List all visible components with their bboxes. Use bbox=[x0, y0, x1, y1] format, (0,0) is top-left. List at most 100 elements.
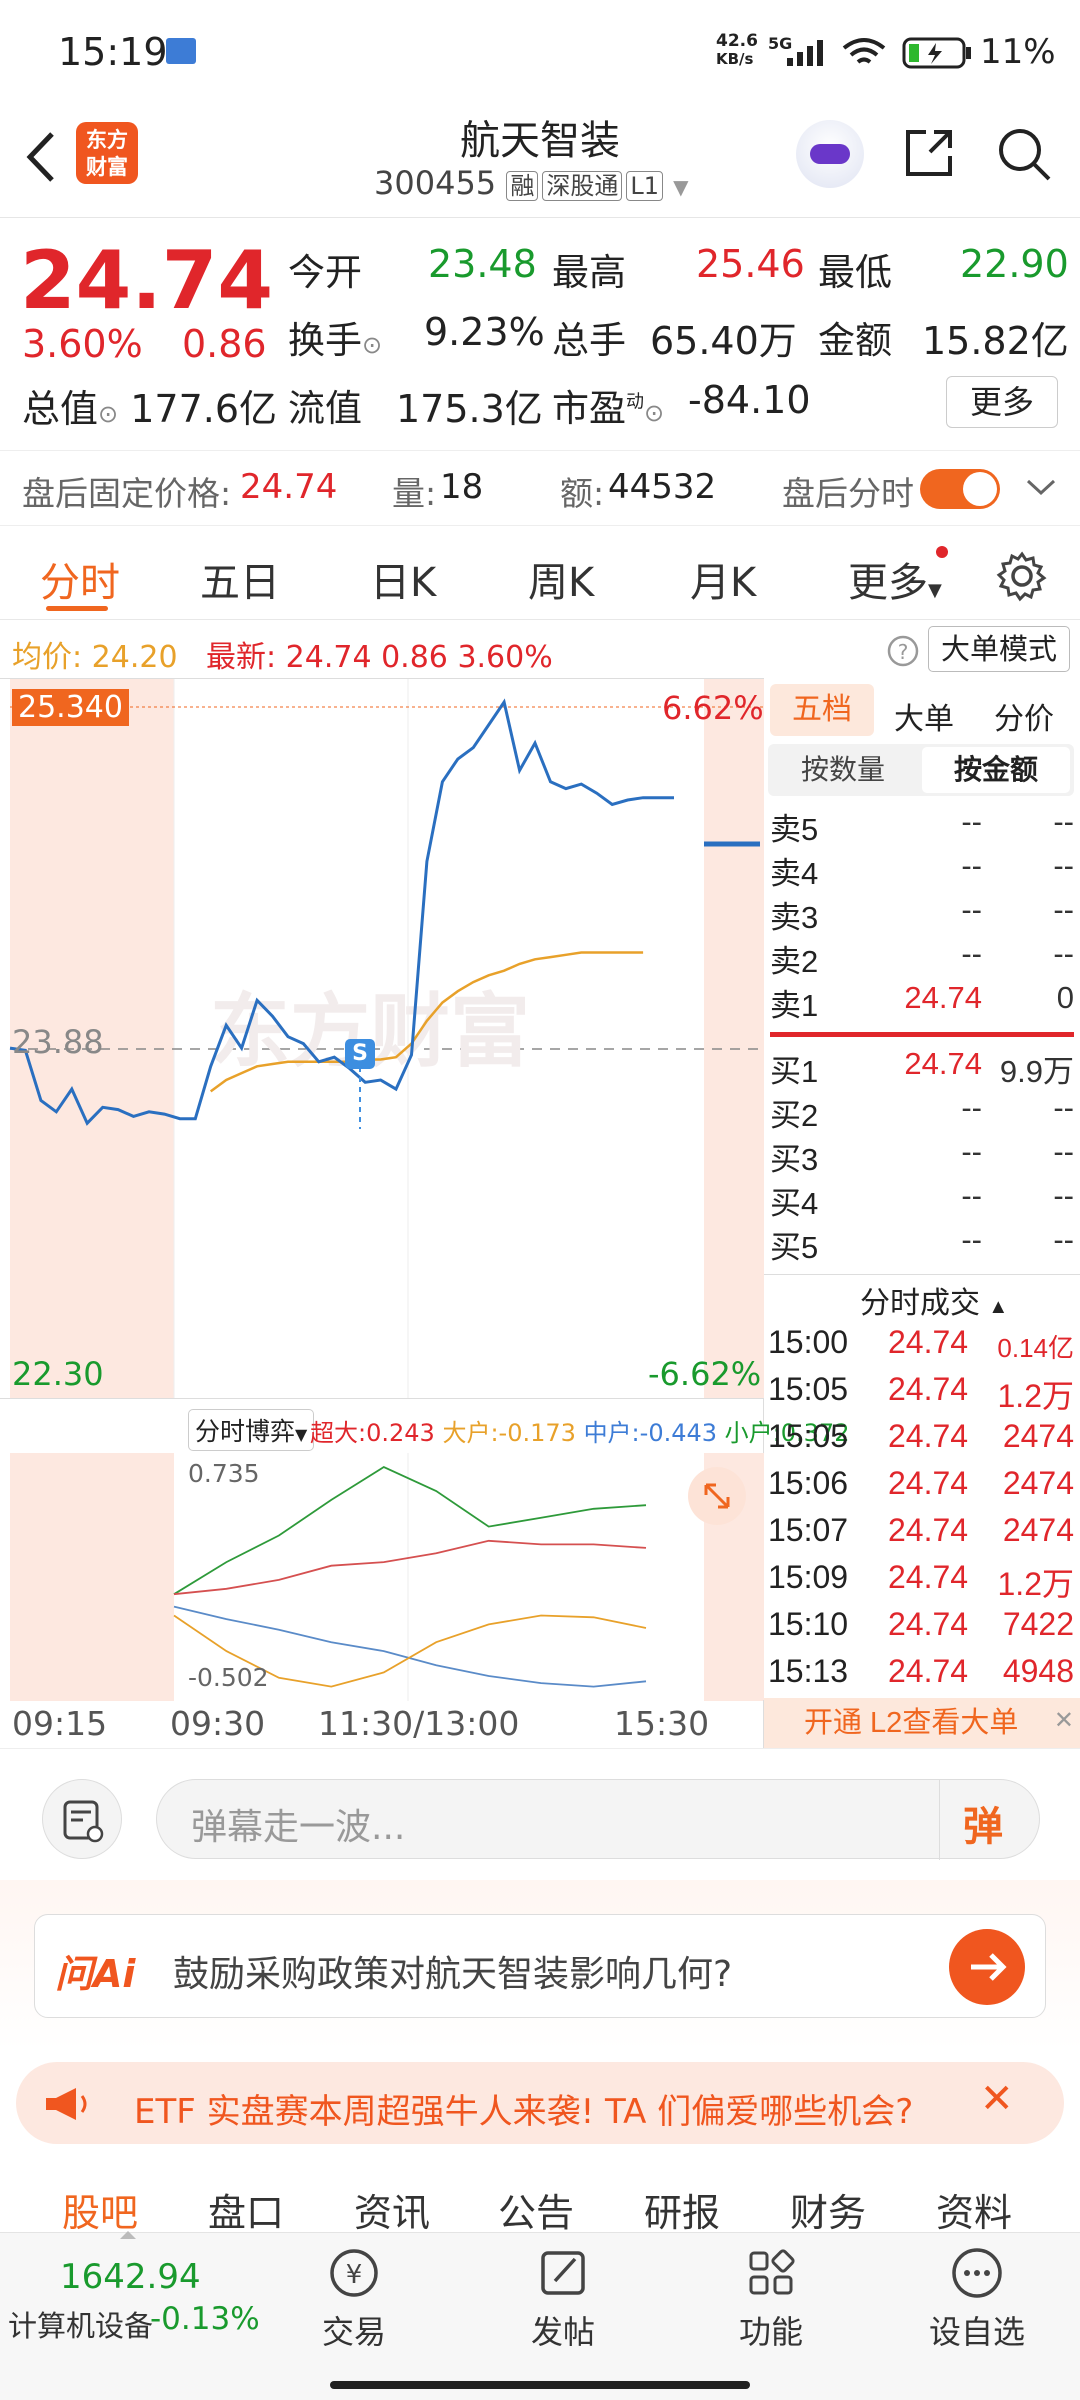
amount-label: 金额 bbox=[818, 319, 892, 362]
tab-finance[interactable]: 财务 bbox=[790, 2182, 866, 2237]
after-hours-toggle-label: 盘后分时 bbox=[782, 474, 914, 513]
expand-icon[interactable] bbox=[688, 1467, 746, 1525]
sell-marker[interactable]: S bbox=[345, 1039, 375, 1069]
search-icon[interactable] bbox=[994, 124, 1054, 184]
trade-volume: 0.14亿 bbox=[997, 1333, 1074, 1363]
asks-level-volume: -- bbox=[1053, 892, 1074, 927]
bids-level-price: -- bbox=[961, 1134, 982, 1169]
latest-price: 最新: 24.74 0.86 3.60% bbox=[206, 640, 553, 675]
trade-time: 15:09 bbox=[768, 1559, 849, 1595]
megaphone-icon bbox=[46, 2088, 87, 2120]
asks-level: 卖3 -- -- bbox=[770, 890, 1074, 935]
arrow-right-icon[interactable] bbox=[949, 1929, 1025, 2005]
trade-volume: 2474 bbox=[1002, 1418, 1074, 1454]
low-label: 最低 bbox=[818, 251, 892, 294]
danmu-settings-icon[interactable] bbox=[42, 1779, 122, 1859]
tab-price-distribution[interactable]: 分价 bbox=[994, 694, 1054, 738]
robot-avatar-icon[interactable] bbox=[796, 120, 864, 188]
bids-level-volume: -- bbox=[1053, 1222, 1074, 1257]
change-amount: 0.86 bbox=[182, 322, 267, 366]
big-order-mode-button[interactable]: 大单模式 bbox=[928, 626, 1070, 672]
level-tag: L1 bbox=[626, 171, 663, 201]
stock-code: 300455 bbox=[374, 164, 497, 202]
sector-index[interactable]: 1642.94 计算机设备 -0.13% bbox=[0, 2231, 260, 2353]
home-indicator bbox=[330, 2381, 750, 2389]
market-cap: 总值⊙ 177.6亿 bbox=[22, 387, 278, 431]
promo-banner[interactable]: ETF 实盘赛本周超强牛人来袭! TA 们偏爱哪些机会? ✕ bbox=[16, 2062, 1064, 2144]
tab-month-k[interactable]: 月K bbox=[690, 550, 756, 608]
tab-five-level[interactable]: 五档 bbox=[770, 684, 874, 736]
intraday-chart[interactable]: 东方财富 25.340 6.62% 23.88 22.30 -6.62% S bbox=[0, 678, 764, 1399]
bids-level-label: 买3 bbox=[770, 1142, 819, 1177]
asks-level: 卖1 24.74 0 bbox=[770, 978, 1074, 1023]
close-icon[interactable]: ✕ bbox=[980, 2076, 1014, 2122]
trade-row: 15:06 24.74 2474 bbox=[768, 1463, 1074, 1507]
tab-news[interactable]: 资讯 bbox=[354, 2182, 430, 2237]
after-hours-label: 盘后固定价格: bbox=[22, 474, 232, 513]
trade-volume: 2474 bbox=[1002, 1512, 1074, 1548]
asks-level-volume: -- bbox=[1053, 804, 1074, 839]
by-amount-button[interactable]: 按金额 bbox=[922, 747, 1070, 793]
trade-price: 24.74 bbox=[888, 1324, 969, 1360]
trade-row: 15:09 24.74 1.2万 bbox=[768, 1557, 1074, 1602]
danmu-send-button[interactable]: 弹 bbox=[963, 1794, 1003, 1852]
net-speed: 42.6 KB/s bbox=[716, 31, 758, 68]
bids-level-volume: -- bbox=[1053, 1178, 1074, 1213]
add-favorite-button[interactable]: 设自选 bbox=[922, 2243, 1032, 2363]
functions-button[interactable]: 功能 bbox=[730, 2243, 812, 2363]
chevron-down-icon: ▼ bbox=[673, 175, 689, 199]
asks-level-label: 卖4 bbox=[770, 856, 819, 891]
bids-level-price: -- bbox=[961, 1178, 982, 1213]
bids-level-price: 24.74 bbox=[904, 1046, 982, 1081]
change-percent: 3.60% bbox=[22, 322, 143, 366]
status-bar: 15:19 42.6 KB/s 5G 11% bbox=[0, 0, 1080, 100]
asks-level-label: 卖5 bbox=[770, 812, 819, 847]
after-hours-amt: 44532 bbox=[608, 467, 717, 507]
trade-time: 15:05 bbox=[768, 1371, 849, 1407]
asks-level-volume: -- bbox=[1053, 936, 1074, 971]
trade-button[interactable]: ¥ 交易 bbox=[316, 2243, 392, 2363]
flow-type-select[interactable]: 分时博弈▼ bbox=[188, 1409, 315, 1451]
asks-level-volume: -- bbox=[1053, 848, 1074, 883]
tab-day-k[interactable]: 日K bbox=[370, 550, 436, 608]
ai-question-card[interactable]: 问Ai 鼓励采购政策对航天智装影响几何? bbox=[34, 1914, 1046, 2018]
settings-gear-icon[interactable] bbox=[996, 550, 1048, 602]
bids-level: 买3 -- -- bbox=[770, 1132, 1074, 1177]
chevron-down-icon[interactable] bbox=[1024, 475, 1058, 499]
tab-intraday[interactable]: 分时 bbox=[40, 550, 120, 608]
trade-time: 15:00 bbox=[768, 1324, 849, 1360]
tab-handicap[interactable]: 盘口 bbox=[208, 2182, 284, 2237]
danmu-input[interactable]: 弹幕走一波... 弹 bbox=[156, 1779, 1040, 1860]
tab-5day[interactable]: 五日 bbox=[200, 550, 280, 608]
l2-upgrade-banner[interactable]: 开通 L2查看大单 ✕ bbox=[764, 1698, 1080, 1748]
tab-forum[interactable]: 股吧 bbox=[62, 2182, 138, 2237]
bids-level: 买4 -- -- bbox=[770, 1176, 1074, 1221]
trade-volume: 1.2万 bbox=[997, 1566, 1075, 1602]
trades-title[interactable]: 分时成交 ▲ bbox=[860, 1278, 1008, 1322]
tab-week-k[interactable]: 周K bbox=[528, 550, 594, 608]
amount-value: 15.82亿 bbox=[922, 319, 1069, 363]
after-hours-toggle[interactable] bbox=[920, 469, 1000, 509]
stock-code-row[interactable]: 300455 融深股通 L1 ▼ bbox=[374, 164, 689, 202]
trade-price: 24.74 bbox=[888, 1653, 969, 1689]
trade-time: 15:13 bbox=[768, 1653, 849, 1689]
share-icon[interactable] bbox=[900, 124, 958, 182]
by-quantity-button[interactable]: 按数量 bbox=[768, 744, 918, 796]
tab-big-order[interactable]: 大单 bbox=[894, 694, 954, 738]
tab-more[interactable]: 更多▼ bbox=[848, 546, 948, 608]
after-hours-amt-label: 额: bbox=[560, 474, 605, 513]
tab-research[interactable]: 研报 bbox=[644, 2182, 720, 2237]
tab-profile[interactable]: 资料 bbox=[936, 2182, 1012, 2237]
chart-high-label: 25.340 bbox=[12, 689, 129, 726]
help-icon[interactable]: ? bbox=[886, 634, 920, 668]
asks-level: 卖4 -- -- bbox=[770, 846, 1074, 891]
asks-level-label: 卖3 bbox=[770, 900, 819, 935]
trade-volume: 7422 bbox=[1002, 1606, 1074, 1642]
bids-level-price: -- bbox=[961, 1222, 982, 1257]
post-button[interactable]: 发帖 bbox=[522, 2243, 604, 2363]
tab-announcements[interactable]: 公告 bbox=[498, 2182, 574, 2237]
ai-logo: 问Ai bbox=[55, 1952, 136, 1996]
edit-icon bbox=[541, 2251, 585, 2295]
time-axis: 09:15 09:30 11:30/13:00 15:30 bbox=[0, 1700, 764, 1748]
more-button[interactable]: 更多 bbox=[946, 376, 1058, 428]
